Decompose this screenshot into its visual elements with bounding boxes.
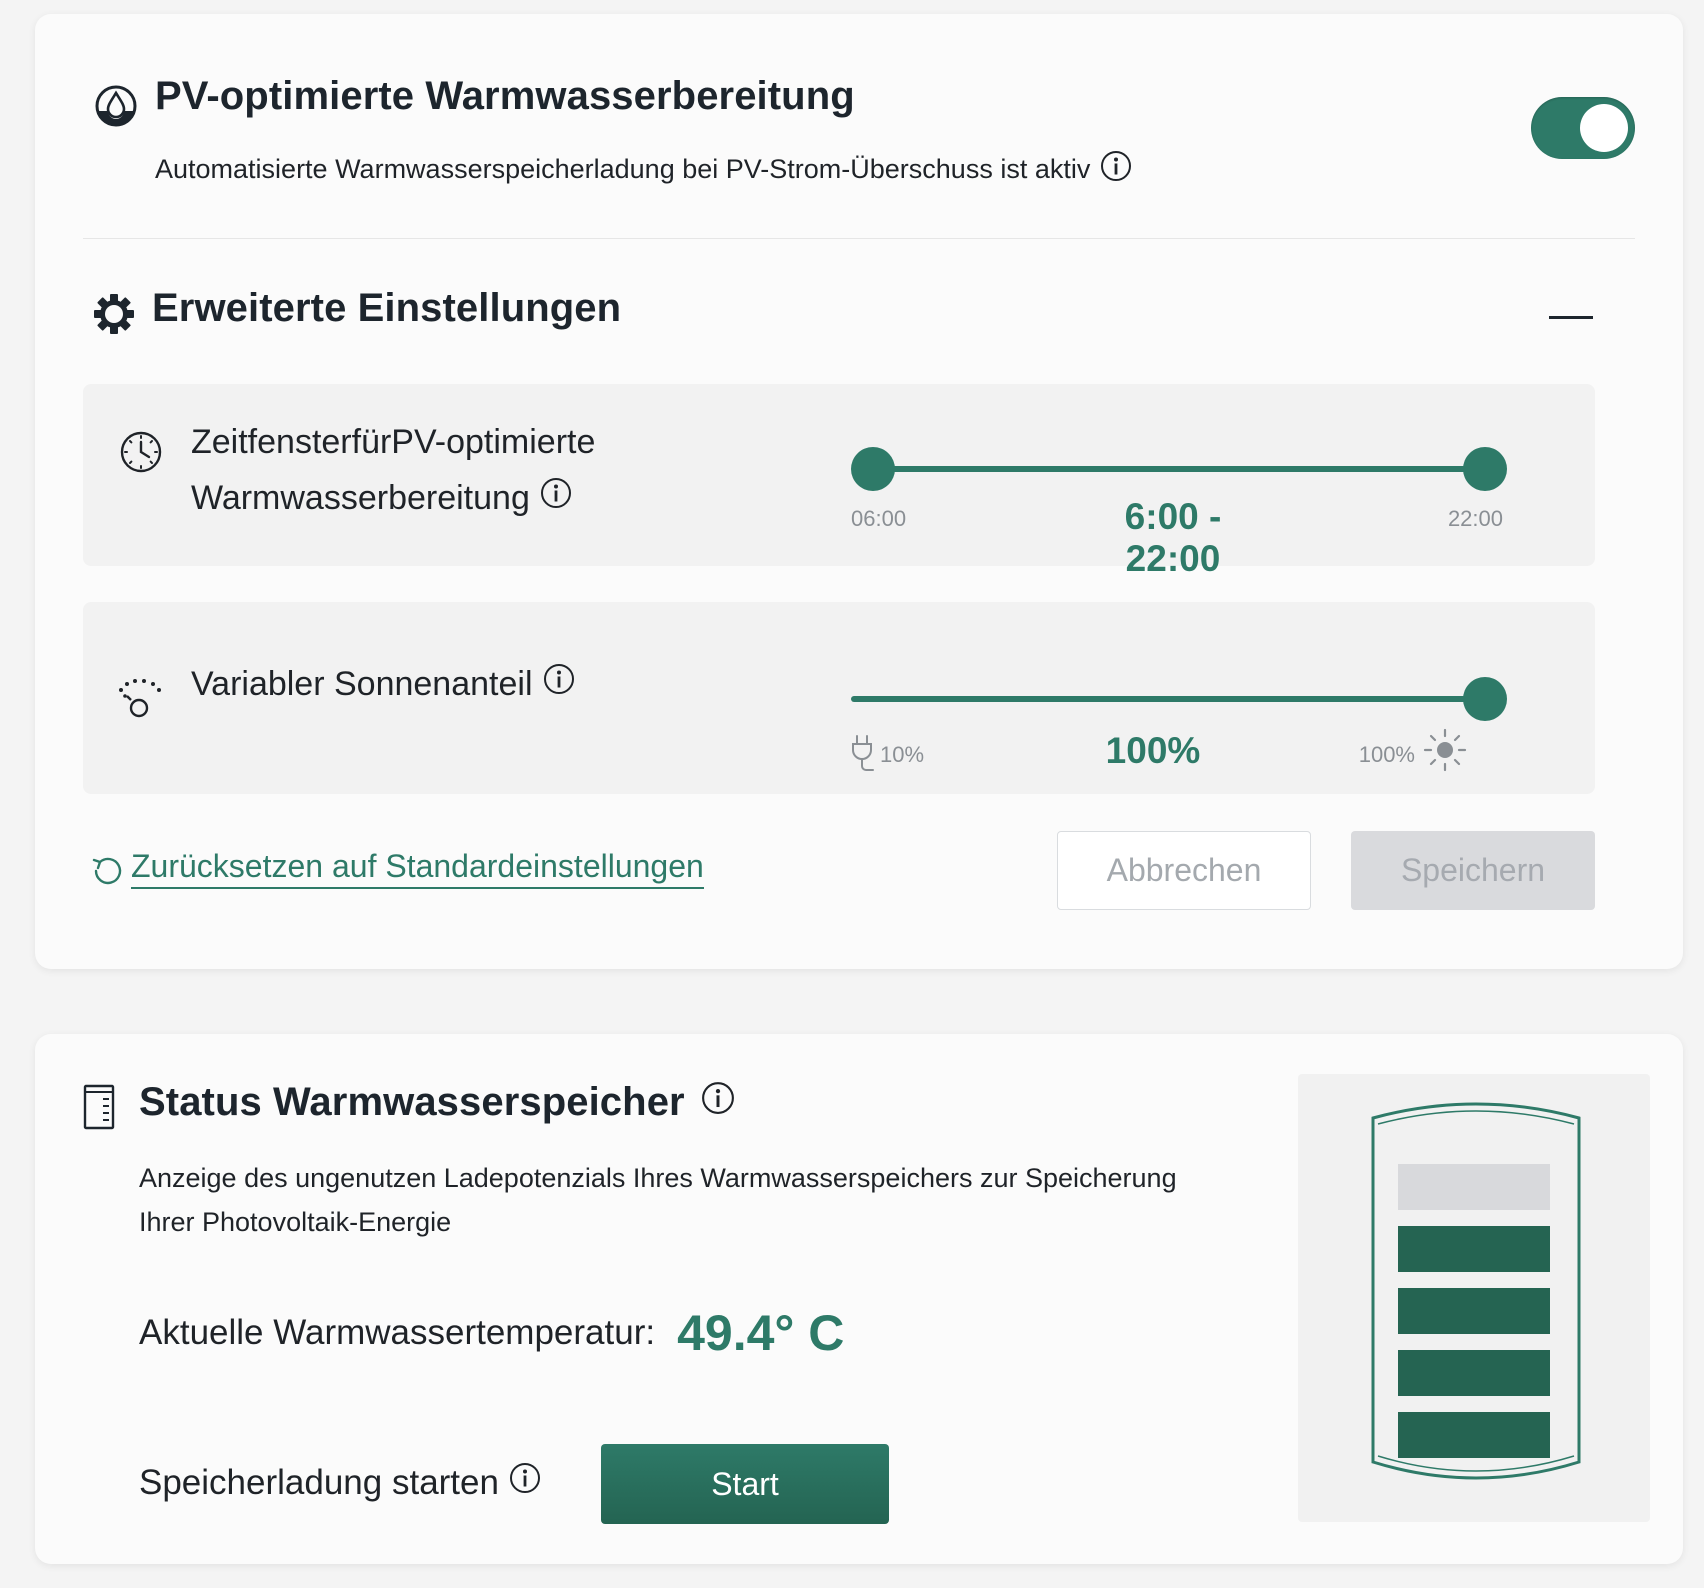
advanced-settings-title: Erweiterte Einstellungen <box>152 286 622 330</box>
sun-share-icon <box>117 678 165 718</box>
reset-icon[interactable] <box>90 854 124 888</box>
charge-row: Speicherladung starten <box>139 1462 541 1503</box>
save-button[interactable]: Speichern <box>1351 831 1595 910</box>
pv-settings-card: PV-optimierte Warmwasserbereitung Automa… <box>35 14 1683 969</box>
temperature-label: Aktuelle Warmwassertemperatur: <box>139 1313 656 1352</box>
tank-level-bar-5 <box>1398 1164 1550 1210</box>
storage-tank-icon <box>83 1084 115 1130</box>
collapse-icon[interactable] <box>1549 316 1593 319</box>
charge-label: Speicherladung starten <box>139 1462 499 1502</box>
pv-description-row: Automatisierte Warmwasserspeicherladung … <box>155 150 1132 189</box>
info-icon[interactable] <box>509 1462 541 1503</box>
toggle-knob <box>1580 104 1628 152</box>
sun-share-value: 100% <box>1105 730 1201 771</box>
storage-status-card: Status Warmwasserspeicher Anzeige des un… <box>35 1034 1683 1564</box>
time-window-label: ZeitfensterfürPV-optimierte Warmwasserbe… <box>191 414 595 526</box>
tank-level-bar-1 <box>1398 1412 1550 1458</box>
sun-share-track[interactable] <box>851 696 1485 702</box>
pv-description: Automatisierte Warmwasserspeicherladung … <box>155 154 1091 184</box>
status-description-line2: Ihrer Photovoltaik-Energie <box>139 1207 452 1237</box>
sun-icon <box>1423 728 1467 772</box>
status-title-row: Status Warmwasserspeicher <box>139 1080 735 1125</box>
time-range-track[interactable] <box>873 466 1485 472</box>
time-range-end-thumb[interactable] <box>1463 447 1507 491</box>
time-range-value: 6:00 - 22:00 <box>1124 496 1222 579</box>
info-icon[interactable] <box>543 656 575 712</box>
sun-share-label-row: Variabler Sonnenanteil <box>191 656 575 712</box>
status-description: Anzeige des ungenutzen Ladepotenzials Ih… <box>139 1156 1177 1244</box>
tank-level-bar-3 <box>1398 1288 1550 1334</box>
pv-title: PV-optimierte Warmwasserbereitung <box>155 74 855 118</box>
status-description-line1: Anzeige des ungenutzen Ladepotenzials Ih… <box>139 1163 1177 1193</box>
gear-icon <box>92 292 136 336</box>
sun-share-label: Variabler Sonnenanteil <box>191 665 533 703</box>
pv-toggle[interactable] <box>1531 97 1635 159</box>
time-window-label-line1: ZeitfensterfürPV-optimierte <box>191 423 596 461</box>
time-range-max-label: 22:00 <box>1447 506 1503 531</box>
divider <box>83 238 1635 239</box>
sun-share-max-label: 100% <box>1358 742 1415 767</box>
cancel-button[interactable]: Abbrechen <box>1057 831 1311 910</box>
time-window-label-line2: Warmwasserbereitung <box>191 479 530 517</box>
info-icon[interactable] <box>540 470 572 526</box>
sun-share-min-label: 10% <box>880 742 925 767</box>
tank-visual-panel <box>1298 1074 1650 1522</box>
sun-share-panel: Variabler Sonnenanteil 10% 100% 100% <box>83 602 1595 794</box>
reset-defaults-link[interactable]: Zurücksetzen auf Standardeinstellungen <box>131 848 704 889</box>
clock-icon <box>119 430 163 474</box>
tank-level-bar-2 <box>1398 1350 1550 1396</box>
tank-level-bar-4 <box>1398 1226 1550 1272</box>
time-window-panel: ZeitfensterfürPV-optimierte Warmwasserbe… <box>83 384 1595 579</box>
start-charge-button[interactable]: Start <box>601 1444 889 1524</box>
sun-share-thumb[interactable] <box>1463 677 1507 721</box>
time-window-label-row2: Warmwasserbereitung <box>191 470 595 526</box>
time-range-min-label: 06:00 <box>851 506 907 531</box>
temperature-value: 49.4° C <box>677 1305 845 1361</box>
status-title: Status Warmwasserspeicher <box>139 1080 685 1124</box>
time-range-start-thumb[interactable] <box>851 447 895 491</box>
info-icon[interactable] <box>1100 150 1132 189</box>
info-icon[interactable] <box>701 1080 735 1125</box>
plug-icon <box>849 734 875 774</box>
temperature-row: Aktuelle Warmwassertemperatur: 49.4° C <box>139 1304 844 1362</box>
water-drop-icon <box>94 84 138 128</box>
